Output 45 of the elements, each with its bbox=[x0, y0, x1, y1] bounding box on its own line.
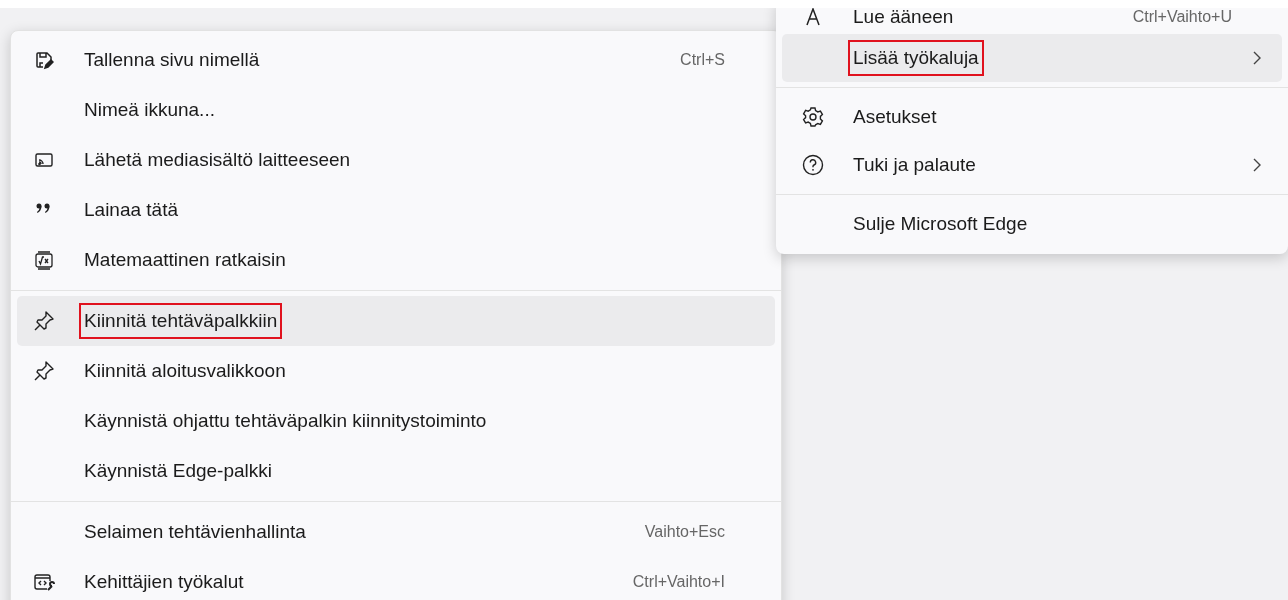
menu-item[interactable]: Lainaa tätä bbox=[17, 185, 775, 235]
menu-item-label: Tallenna sivu nimellä bbox=[83, 48, 261, 72]
menu-item[interactable]: Lisää työkaluja bbox=[782, 34, 1282, 82]
developer-tools-icon bbox=[33, 572, 55, 592]
menu-item[interactable]: Asetukset bbox=[782, 93, 1282, 141]
menu-item[interactable]: Lue ääneen Ctrl+Vaihto+U bbox=[782, 8, 1282, 34]
math-icon bbox=[34, 250, 54, 270]
menu-item-label: Tuki ja palaute bbox=[852, 153, 977, 177]
menu-item[interactable]: Kiinnitä aloitusvalikkoon bbox=[17, 346, 775, 396]
menu-item[interactable]: Kehittäjien työkalut Ctrl+Vaihto+I bbox=[17, 557, 775, 600]
menu-item[interactable]: Kiinnitä tehtäväpalkkiin bbox=[17, 296, 775, 346]
menu-item-label: Lisää työkaluja bbox=[848, 40, 984, 76]
menu-item-label: Kehittäjien työkalut bbox=[83, 570, 245, 594]
menu-item-label: Lähetä mediasisältö laitteeseen bbox=[83, 148, 352, 172]
menu-item[interactable]: Tuki ja palaute bbox=[782, 141, 1282, 189]
menu-item-label: Käynnistä ohjattu tehtäväpalkin kiinnitystoiminto bbox=[83, 409, 488, 433]
cast-icon bbox=[34, 150, 54, 170]
settings-icon bbox=[802, 106, 824, 128]
menu-item-label: Kiinnitä aloitusvalikkoon bbox=[83, 359, 287, 383]
menu-item-label: Käynnistä Edge-palkki bbox=[83, 459, 273, 483]
menu-item[interactable]: Selaimen tehtävienhallinta Vaihto+Esc bbox=[17, 507, 775, 557]
menu-item-label: Sulje Microsoft Edge bbox=[852, 212, 1029, 236]
save-icon bbox=[34, 50, 54, 70]
keyboard-shortcut: Vaihto+Esc bbox=[644, 523, 725, 541]
menu-item[interactable]: Nimeä ikkuna... bbox=[17, 85, 775, 135]
read-aloud-icon bbox=[803, 8, 823, 27]
keyboard-shortcut: Ctrl+Vaihto+I bbox=[632, 573, 725, 591]
pin-icon bbox=[33, 360, 55, 382]
menu-item-label: Lue ääneen bbox=[852, 8, 955, 29]
menu-item-label: Kiinnitä tehtäväpalkkiin bbox=[79, 303, 283, 339]
menu-item[interactable]: Sulje Microsoft Edge bbox=[782, 200, 1282, 248]
pin-icon bbox=[33, 310, 55, 332]
menu-item[interactable]: Matemaattinen ratkaisin bbox=[17, 235, 775, 285]
menu-item[interactable]: Lähetä mediasisältö laitteeseen bbox=[17, 135, 775, 185]
menu-item-label: Matemaattinen ratkaisin bbox=[83, 248, 287, 272]
help-icon bbox=[802, 154, 824, 176]
menu-item[interactable]: Käynnistä Edge-palkki bbox=[17, 446, 775, 496]
menu-item-label: Selaimen tehtävienhallinta bbox=[83, 520, 307, 544]
keyboard-shortcut: Ctrl+S bbox=[680, 51, 725, 69]
menu-item[interactable]: Käynnistä ohjattu tehtäväpalkin kiinnitystoiminto bbox=[17, 396, 775, 446]
menu-item-label: Asetukset bbox=[852, 105, 938, 129]
menu-item-label: Nimeä ikkuna... bbox=[83, 98, 216, 122]
menu-item[interactable]: Tallenna sivu nimellä Ctrl+S bbox=[17, 35, 775, 85]
keyboard-shortcut: Ctrl+Vaihto+U bbox=[1132, 8, 1232, 26]
menu-item-label: Lainaa tätä bbox=[83, 198, 180, 222]
